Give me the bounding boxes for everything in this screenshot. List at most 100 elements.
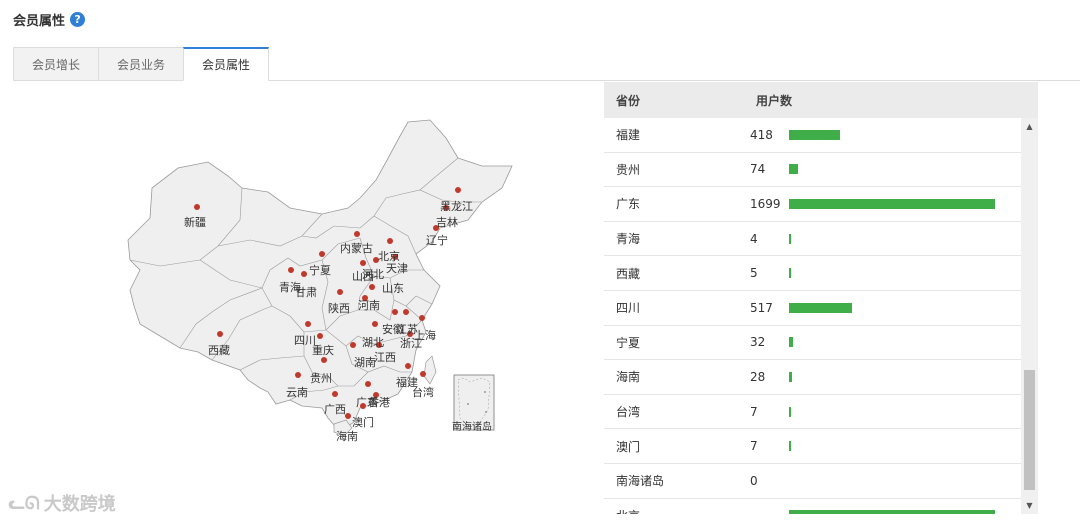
dot-ningxia — [319, 251, 325, 257]
dot-shaanxi — [337, 289, 343, 295]
header-province[interactable]: 省份 — [604, 92, 744, 109]
bar-track — [789, 164, 1022, 175]
label-shaanxi: 陕西 — [328, 301, 350, 315]
table-row[interactable]: 贵州 74 — [604, 153, 1022, 188]
table-row[interactable]: 青海 4 — [604, 222, 1022, 257]
table-row[interactable]: 西藏 5 — [604, 256, 1022, 291]
label-beijing: 北京 — [378, 249, 400, 263]
bar-track — [789, 441, 1022, 452]
cell-province: 澳门 — [616, 439, 641, 454]
label-ningxia: 宁夏 — [309, 263, 331, 277]
question-circle-icon[interactable]: ? — [70, 12, 86, 27]
cell-province: 宁夏 — [616, 335, 641, 350]
user-count-bar — [789, 164, 798, 175]
cell-users: 7 — [750, 404, 758, 419]
table-row[interactable]: 台湾 7 — [604, 395, 1022, 430]
table-body: 福建 418 贵州 74 广东 1699 青海 4 西藏 5 四川 517 宁夏 32 海南 28 台湾 7 澳门 7… — [604, 118, 1022, 514]
bar-track — [789, 268, 1022, 279]
bar-track — [789, 302, 1022, 313]
table-row[interactable]: 宁夏 32 — [604, 326, 1022, 361]
table-scrollbar[interactable]: ▲ ▼ — [1021, 118, 1038, 514]
watermark-logo-icon: ᓚᘏ — [8, 492, 40, 514]
cell-users: 4 — [750, 231, 758, 246]
cell-province: 北京 — [604, 507, 750, 514]
china-map-svg[interactable]: 新疆 黑龙江 吉林 辽宁 内蒙古 北京 天津 河北 山西 宁夏 青海 甘肃 山东… — [90, 110, 550, 450]
bar-track — [789, 198, 1022, 209]
table-row[interactable]: 广东 1699 — [604, 187, 1022, 222]
map-taiwan[interactable] — [423, 355, 437, 385]
province-table: 省份 用户数 福建 418 贵州 74 广东 1699 青海 4 西藏 5 四川 517 宁夏 32 海南 2… — [604, 82, 1038, 514]
label-jiangxi: 江西 — [374, 351, 396, 364]
dot-heilongjiang — [455, 187, 461, 193]
bar-track — [789, 337, 1022, 348]
cell-province: 贵州 — [616, 162, 641, 177]
label-nanhai: 南海诸岛 — [452, 420, 492, 433]
cell-users: 5 — [750, 266, 758, 281]
label-guizhou: 贵州 — [310, 372, 332, 385]
china-map[interactable]: 新疆 黑龙江 吉林 辽宁 内蒙古 北京 天津 河北 山西 宁夏 青海 甘肃 山东… — [90, 110, 550, 450]
user-count-bar — [789, 337, 793, 348]
table-row[interactable]: 南海诸岛 0 — [604, 464, 1022, 499]
cell-users: 517 — [750, 300, 773, 315]
tab-member-attributes[interactable]: 会员属性 — [183, 47, 270, 81]
scroll-thumb[interactable] — [1024, 370, 1035, 490]
label-anhui: 安徽 — [382, 322, 404, 336]
table-row[interactable]: 海南 28 — [604, 360, 1022, 395]
arrow-down-icon[interactable]: ▼ — [1021, 497, 1038, 514]
cell-users: 28 — [750, 369, 766, 384]
label-hainan: 海南 — [336, 429, 358, 443]
tab-member-business[interactable]: 会员业务 — [98, 47, 185, 81]
cell-province: 广东 — [616, 197, 641, 212]
dot-yunnan — [295, 372, 301, 378]
bar-track — [789, 233, 1022, 244]
dot-guangxi — [332, 391, 338, 397]
dot-shanghai — [419, 315, 425, 321]
tab-member-growth[interactable]: 会员增长 — [13, 47, 100, 81]
label-shandong: 山东 — [382, 282, 404, 295]
dot-guizhou — [321, 357, 327, 363]
dot-xinjiang — [194, 204, 200, 210]
bar-track — [789, 510, 1022, 514]
dot-sichuan — [305, 321, 311, 327]
dot-xizang — [217, 331, 223, 337]
tab-bar: 会员增长 会员业务 会员属性 — [13, 47, 270, 81]
cell-province: 台湾 — [616, 405, 641, 420]
user-count-bar — [789, 268, 791, 279]
dot-hubei — [372, 321, 378, 327]
user-count-bar — [789, 371, 792, 382]
user-count-bar — [789, 233, 791, 244]
bar-track — [789, 129, 1022, 140]
table-row[interactable]: 北京 — [604, 499, 1022, 514]
dot-gansu — [301, 271, 307, 277]
cell-users: 0 — [750, 473, 758, 488]
watermark: ᓚᘏ 大数跨境 — [8, 490, 116, 516]
dot-anhui — [403, 309, 409, 315]
cell-users: 7 — [750, 439, 758, 454]
bar-track — [789, 371, 1022, 382]
cell-users: 32 — [750, 335, 766, 350]
table-row[interactable]: 澳门 7 — [604, 429, 1022, 464]
header-users[interactable]: 用户数 — [744, 92, 792, 109]
user-count-bar — [789, 510, 995, 514]
cell-province: 青海 — [616, 232, 641, 247]
label-heilongjiang: 黑龙江 — [440, 200, 473, 213]
dot-taiwan — [420, 371, 426, 377]
table-row[interactable]: 四川 517 — [604, 291, 1022, 326]
user-count-bar — [789, 441, 791, 452]
table-row[interactable]: 福建 418 — [604, 118, 1022, 153]
arrow-up-icon[interactable]: ▲ — [1021, 118, 1038, 135]
dot-jiangsu — [392, 309, 398, 315]
label-henan: 河南 — [358, 299, 380, 312]
cell-users: 74 — [750, 162, 766, 177]
cell-province: 南海诸岛 — [616, 474, 665, 489]
dot-shandong — [369, 284, 375, 290]
page-title: 会员属性 — [13, 14, 66, 29]
label-tianjin: 天津 — [386, 262, 408, 275]
label-xizang: 西藏 — [208, 344, 230, 357]
dot-hunan — [350, 342, 356, 348]
user-count-bar — [789, 302, 852, 313]
cell-province: 四川 — [616, 301, 641, 316]
user-count-bar — [789, 198, 995, 209]
label-aomen: 澳门 — [352, 415, 374, 429]
dot-qinghai — [288, 267, 294, 273]
